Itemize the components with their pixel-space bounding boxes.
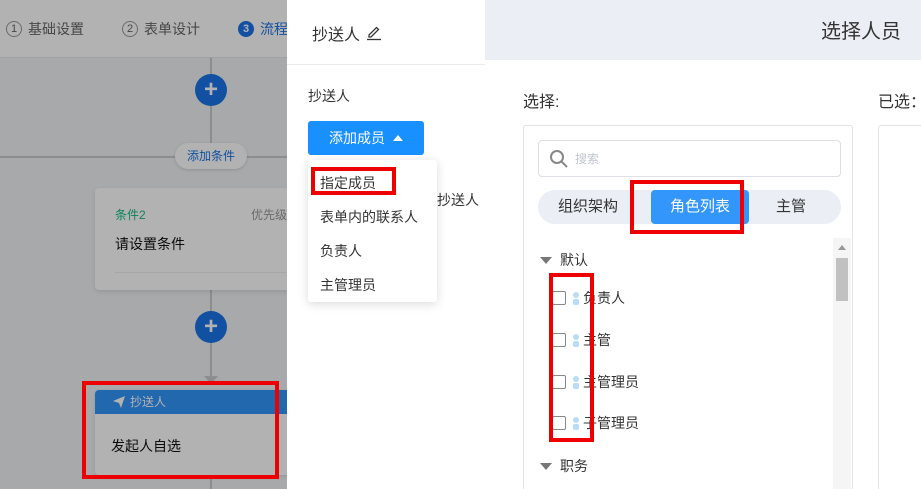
menu-item-form-contact[interactable]: 表单内的联系人	[320, 207, 418, 227]
scroll-thumb[interactable]	[836, 258, 848, 301]
group-header-position[interactable]: 职务	[540, 456, 588, 476]
group-header-default[interactable]: 默认	[540, 250, 588, 270]
modal-title: 选择人员	[821, 21, 901, 43]
caret-down-icon	[540, 256, 552, 264]
modal-header: 选择人员	[485, 0, 921, 60]
add-member-label: 添加成员	[329, 130, 385, 146]
cc-settings-drawer: 抄送人 抄送人 添加成员 抄送人 指定成员 表单内的联系人 负责人 主管理员	[287, 0, 485, 489]
caret-down-icon	[540, 462, 552, 470]
selected-label: 已选：	[878, 94, 921, 111]
scroll-up-arrow-icon[interactable]	[838, 245, 846, 250]
tab-org-structure[interactable]: 组织架构	[538, 190, 638, 224]
selected-panel	[878, 125, 921, 489]
cc-section-label: 抄送人	[308, 88, 350, 104]
search-icon	[550, 149, 568, 168]
search-input[interactable]	[575, 151, 815, 166]
tab-supervisor[interactable]: 主管	[756, 190, 826, 224]
search-field[interactable]	[538, 140, 841, 177]
annotation-box	[311, 167, 396, 195]
annotation-box	[82, 381, 279, 479]
pencil-icon[interactable]	[366, 25, 382, 41]
drawer-title-text: 抄送人	[312, 27, 361, 44]
scrollbar[interactable]	[833, 238, 851, 489]
add-member-button[interactable]: 添加成员	[308, 121, 424, 155]
select-label: 选择:	[523, 94, 560, 111]
group-name: 默认	[560, 252, 588, 268]
partial-label: 抄送人	[437, 192, 479, 208]
menu-item-owner[interactable]: 负责人	[320, 241, 362, 261]
annotation-box	[630, 180, 744, 234]
divider	[287, 64, 485, 65]
caret-up-icon	[393, 135, 403, 141]
group-name: 职务	[560, 458, 588, 474]
menu-item-main-admin[interactable]: 主管理员	[320, 275, 376, 295]
annotation-box	[549, 273, 594, 442]
drawer-title: 抄送人	[312, 21, 382, 45]
